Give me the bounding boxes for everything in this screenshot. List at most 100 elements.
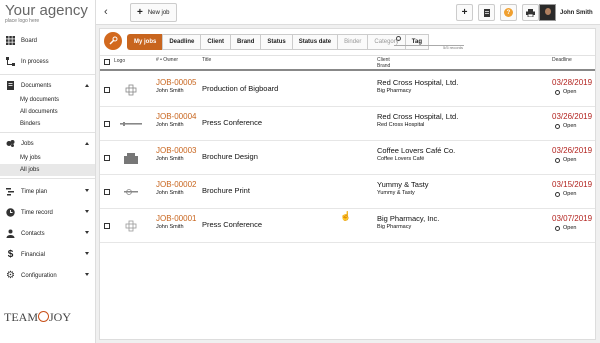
sidebar-item-time-plan[interactable]: Time plan xyxy=(0,181,95,202)
sidebar: Your agency place logo here Board In pro… xyxy=(0,0,96,343)
user-menu[interactable]: John Smith xyxy=(539,3,599,22)
select-all-checkbox[interactable] xyxy=(104,59,110,65)
sidebar-divider xyxy=(0,178,95,179)
job-title[interactable]: Production of Bigboard xyxy=(202,84,278,93)
contacts-icon xyxy=(6,229,15,238)
job-status-label: Open xyxy=(563,89,577,95)
crumb-client[interactable]: Client xyxy=(200,34,231,50)
header-brand[interactable]: Brand xyxy=(377,64,390,69)
notes-icon xyxy=(483,8,490,17)
filter-toggle-icon[interactable] xyxy=(104,32,122,50)
job-deadline: 03/15/2019 xyxy=(552,180,593,189)
table-row[interactable]: JOB-00004 John Smith Press Conference Re… xyxy=(100,107,595,141)
job-title[interactable]: Brochure Design xyxy=(202,152,258,161)
job-id[interactable]: JOB-00005 xyxy=(156,78,196,87)
help-button[interactable]: ? xyxy=(500,4,517,21)
job-status-label: Open xyxy=(563,225,577,231)
timeplan-icon xyxy=(6,188,14,196)
job-deadline: 03/26/2019 xyxy=(552,112,593,121)
job-deadline: 03/07/2019 xyxy=(552,214,593,223)
sidebar-item-configuration[interactable]: ⚙ Configuration xyxy=(0,265,95,286)
sidebar-item-all-documents[interactable]: All documents xyxy=(0,106,95,118)
sidebar-item-financial[interactable]: $ Financial xyxy=(0,244,95,265)
sidebar-item-board[interactable]: Board xyxy=(0,30,95,51)
job-status-label: Open xyxy=(563,191,577,197)
job-thumbnail xyxy=(120,117,142,130)
sidebar-item-my-documents[interactable]: My documents xyxy=(0,94,95,106)
job-owner: John Smith xyxy=(156,156,184,162)
notes-button[interactable] xyxy=(478,4,495,21)
sidebar-item-documents[interactable]: Documents xyxy=(0,77,95,94)
table-row[interactable]: JOB-00002 John Smith Brochure Print Yumm… xyxy=(100,175,595,209)
crumb-brand[interactable]: Brand xyxy=(230,34,261,50)
chevron-up-icon xyxy=(85,142,89,145)
crumb-my-jobs[interactable]: My jobs xyxy=(127,34,163,50)
job-status: Open xyxy=(555,225,576,231)
user-name: John Smith xyxy=(560,9,593,16)
coffee-logo-icon xyxy=(124,152,138,164)
job-id[interactable]: JOB-00002 xyxy=(156,180,196,189)
sidebar-item-binders[interactable]: Binders xyxy=(0,118,95,130)
row-checkbox[interactable] xyxy=(104,155,110,161)
pharmacy-logo-icon xyxy=(125,220,137,231)
filter-bar: My jobs Deadline Client Brand Status Sta… xyxy=(100,29,595,56)
job-id[interactable]: JOB-00004 xyxy=(156,112,196,121)
crumb-status-date[interactable]: Status date xyxy=(291,34,338,50)
sidebar-item-contacts[interactable]: Contacts xyxy=(0,223,95,244)
job-client: Red Cross Hospital, Ltd. xyxy=(377,78,459,87)
target-icon xyxy=(38,311,49,322)
sidebar-item-jobs[interactable]: Jobs xyxy=(0,135,95,152)
row-checkbox[interactable] xyxy=(104,87,110,93)
search-icon xyxy=(396,36,401,41)
job-id[interactable]: JOB-00001 xyxy=(156,214,196,223)
job-id[interactable]: JOB-00003 xyxy=(156,146,196,155)
row-checkbox[interactable] xyxy=(104,121,110,127)
new-job-button[interactable]: + New job xyxy=(130,3,177,22)
sidebar-item-in-process[interactable]: In process xyxy=(0,51,95,72)
status-circle-icon xyxy=(555,191,560,197)
flow-icon xyxy=(6,57,15,66)
sidebar-item-label: Contacts xyxy=(21,230,45,237)
job-thumbnail xyxy=(120,185,142,198)
records-count: 5/5 records xyxy=(443,45,464,50)
row-checkbox[interactable] xyxy=(104,223,110,229)
print-button[interactable] xyxy=(522,4,539,21)
header-deadline[interactable]: Deadline xyxy=(552,58,572,63)
status-circle-icon xyxy=(555,225,560,231)
add-button[interactable]: + xyxy=(456,4,473,21)
job-owner: John Smith xyxy=(156,122,184,128)
back-button[interactable]: ‹ xyxy=(104,6,108,18)
sidebar-item-label: Jobs xyxy=(21,140,34,147)
job-client: Yummy & Tasty xyxy=(377,180,429,189)
job-status-label: Open xyxy=(563,157,577,163)
crumb-binder[interactable]: Binder xyxy=(337,34,368,50)
sidebar-item-my-jobs[interactable]: My jobs xyxy=(0,152,95,164)
job-title[interactable]: Brochure Print xyxy=(202,186,250,195)
crumb-status[interactable]: Status xyxy=(260,34,292,50)
job-owner: John Smith xyxy=(156,224,184,230)
job-client: Red Cross Hospital, Ltd. xyxy=(377,112,459,121)
filter-crumbs: My jobs Deadline Client Brand Status Sta… xyxy=(127,34,429,50)
plus-icon: + xyxy=(461,7,468,18)
header-owner[interactable]: # • Owner xyxy=(156,58,178,63)
job-brand: Coffee Lovers Café xyxy=(377,156,425,162)
print-icon xyxy=(526,8,535,17)
status-circle-icon xyxy=(555,89,560,95)
sidebar-item-time-record[interactable]: Time record xyxy=(0,202,95,223)
table-row[interactable]: JOB-00005 John Smith Production of Bigbo… xyxy=(100,73,595,107)
job-status: Open xyxy=(555,123,576,129)
table-row[interactable]: JOB-00003 John Smith Brochure Design Cof… xyxy=(100,141,595,175)
header-title[interactable]: Title xyxy=(202,58,211,63)
help-icon: ? xyxy=(504,8,513,17)
job-owner: John Smith xyxy=(156,88,184,94)
wrench-icon xyxy=(109,36,118,45)
job-title[interactable]: Press Conference xyxy=(202,220,262,229)
row-checkbox[interactable] xyxy=(104,189,110,195)
logo-title: Your agency xyxy=(5,2,88,19)
crumb-deadline[interactable]: Deadline xyxy=(162,34,201,50)
job-brand: Big Pharmacy xyxy=(377,224,412,230)
job-brand: Red Cross Hospital xyxy=(377,122,425,128)
sidebar-item-all-jobs[interactable]: All jobs xyxy=(0,164,95,176)
logo-text-left: TEAM xyxy=(4,310,38,324)
job-title[interactable]: Press Conference xyxy=(202,118,262,127)
